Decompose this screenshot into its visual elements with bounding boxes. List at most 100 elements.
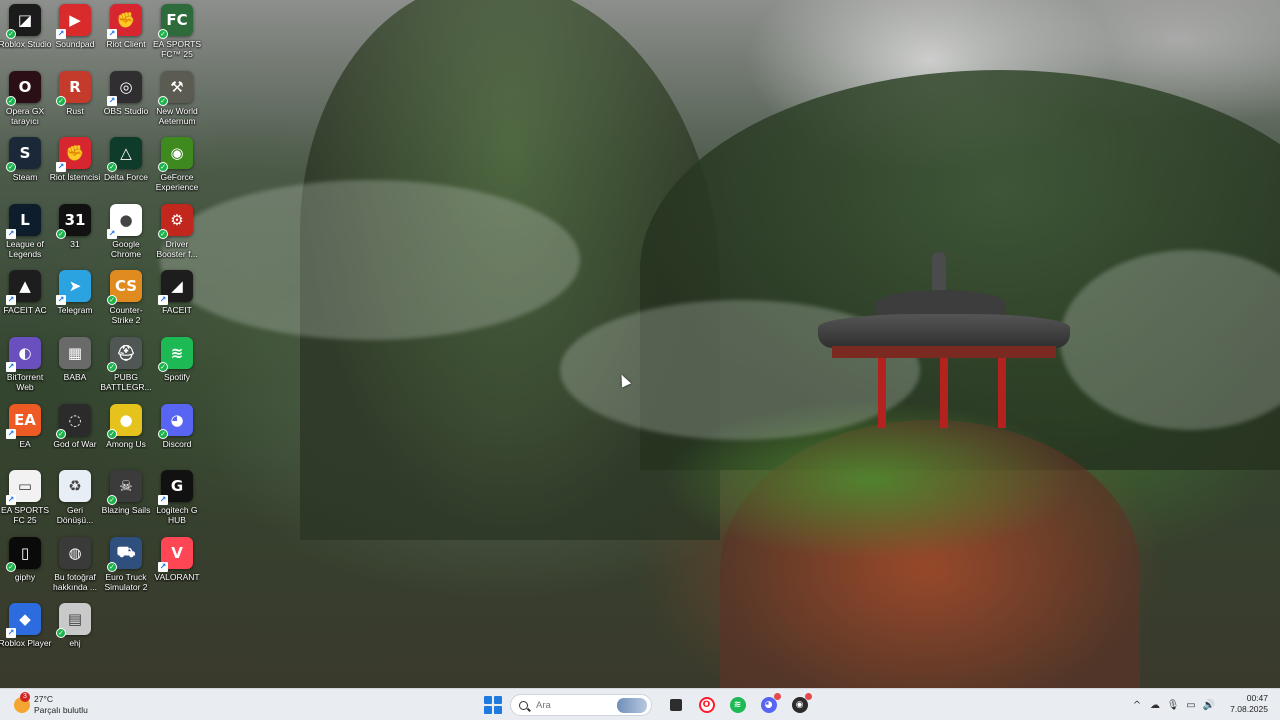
- god-of-war-icon: ◌ ✓: [56, 403, 91, 439]
- valorant-icon: V ↗: [158, 536, 193, 572]
- taskbar-app-file-explorer[interactable]: ▮: [663, 692, 689, 718]
- desktop-shortcut[interactable]: ▯ ✓ giphy: [0, 536, 50, 603]
- desktop-shortcut[interactable]: ◆ ↗ Roblox Player: [0, 603, 51, 669]
- desktop-shortcut[interactable]: ▭ ↗ EA SPORTS FC 25: [0, 470, 50, 536]
- generic-app-icon: ◉: [791, 697, 808, 713]
- sync-check-icon: ✓: [158, 362, 168, 372]
- sync-check-icon: ✓: [158, 162, 168, 173]
- desktop-shortcut[interactable]: CS ✓ Counter-Strike 2: [101, 270, 151, 336]
- desktop-shortcut[interactable]: 31 ✓ 31: [50, 203, 100, 270]
- desktop-shortcut[interactable]: ◎ ↗ OBS Studio: [101, 70, 151, 137]
- new-world-icon: ⚒ ✓: [158, 70, 193, 106]
- shortcut-label: GeForce Experience: [155, 172, 199, 193]
- network-icon[interactable]: ▭: [1182, 693, 1200, 717]
- pavilion-roof: [818, 314, 1070, 348]
- shortcut-label: Opera GX tarayıcı: [5, 105, 45, 126]
- shortcut-arrow-icon: ↗: [107, 228, 117, 239]
- sync-check-icon: ✓: [6, 95, 16, 106]
- bittorrent-icon: ◐ ↗: [6, 337, 41, 372]
- desktop-shortcut[interactable]: ⛑ ✓ PUBG BATTLEGR...: [100, 337, 152, 403]
- pavilion: [818, 252, 1070, 442]
- file-icon: ▭ ↗: [6, 470, 41, 506]
- desktop-shortcut[interactable]: R ✓ Rust: [50, 70, 100, 137]
- desktop-shortcut[interactable]: ▦ BABA: [50, 337, 100, 403]
- desktop-shortcut[interactable]: ▲ ↗ FACEIT AC: [0, 270, 50, 336]
- onedrive-icon[interactable]: ☁: [1146, 693, 1164, 717]
- shortcut-label: Bu fotoğraf hakkında ...: [53, 571, 97, 592]
- desktop-shortcut[interactable]: ◐ ↗ BitTorrent Web: [0, 337, 50, 403]
- taskbar-search[interactable]: [510, 694, 652, 716]
- desktop-shortcut[interactable]: ⚒ ✓ New World Aeternum: [152, 70, 202, 137]
- volume-icon[interactable]: 🔊: [1200, 693, 1218, 717]
- soundpad-icon: ▶ ↗: [56, 4, 91, 39]
- desktop-shortcut[interactable]: ✊ ↗ Riot İstemcisi: [50, 137, 100, 203]
- shortcut-label: 31: [70, 238, 80, 249]
- desktop-shortcut[interactable]: ≋ ✓ Spotify: [152, 337, 202, 403]
- spotify-icon: ≋ ✓: [158, 337, 193, 372]
- microphone-icon[interactable]: 🎙: [1164, 693, 1182, 717]
- desktop-shortcut[interactable]: ▶ ↗ Soundpad: [50, 4, 100, 70]
- shortcut-arrow-icon: ↗: [158, 495, 168, 506]
- roblox-studio-icon: ◪ ✓: [6, 4, 41, 39]
- taskbar-app-spotify[interactable]: ≋: [725, 692, 751, 718]
- desktop-shortcut[interactable]: ⚙ ✓ Driver Booster f...: [152, 203, 202, 270]
- desktop-shortcut[interactable]: G ↗ Logitech G HUB: [152, 470, 202, 536]
- shortcut-label: EA SPORTS FC 25: [0, 505, 50, 526]
- league-of-legends-icon: L ↗: [6, 203, 41, 239]
- desktop-shortcut[interactable]: O ✓ Opera GX tarayıcı: [0, 70, 50, 137]
- search-input[interactable]: [536, 699, 606, 711]
- desktop-shortcut[interactable]: ● ✓ Among Us: [101, 403, 151, 470]
- clock[interactable]: 00:47 7.08.2025: [1230, 693, 1268, 715]
- desktop-shortcut[interactable]: ➤ ↗ Telegram: [50, 270, 100, 336]
- shortcut-arrow-icon: ↗: [6, 628, 16, 639]
- shortcut-label: FACEIT: [162, 305, 192, 316]
- weather-condition: Parçalı bulutlu: [34, 705, 88, 715]
- desktop-shortcut[interactable]: ☠ ✓ Blazing Sails: [101, 470, 151, 536]
- desktop-shortcut[interactable]: ◪ ✓ Roblox Studio: [0, 4, 51, 70]
- desktop-shortcut[interactable]: S ✓ Steam: [0, 137, 50, 203]
- shortcut-arrow-icon: ↗: [6, 428, 16, 439]
- riot-istemcisi-icon: ✊ ↗: [56, 137, 91, 173]
- taskbar-app-opera[interactable]: O: [694, 692, 720, 718]
- chrome-icon: ● ↗: [107, 203, 142, 239]
- start-button[interactable]: [482, 694, 504, 716]
- desktop-shortcut[interactable]: ▤ ✓ ehj: [50, 603, 100, 669]
- desktop-shortcut[interactable]: EA ↗ EA: [0, 403, 50, 470]
- logitech-ghub-icon: G ↗: [158, 470, 193, 506]
- tray-chevron-icon[interactable]: ^: [1128, 693, 1146, 717]
- desktop-shortcut[interactable]: ◕ ✓ Discord: [152, 403, 202, 470]
- faceit-ac-icon: ▲ ↗: [6, 270, 41, 306]
- shortcut-label: Counter-Strike 2: [109, 305, 143, 326]
- geforce-icon: ◉ ✓: [158, 137, 193, 173]
- desktop-shortcut[interactable]: ✊ ↗ Riot Client: [101, 4, 151, 70]
- desktop-shortcut[interactable]: V ↗ VALORANT: [152, 536, 202, 603]
- driver-booster-icon: ⚙ ✓: [158, 203, 193, 239]
- sync-check-icon: ✓: [107, 162, 117, 173]
- shortcut-label: Geri Dönüşü...: [56, 505, 94, 526]
- sync-check-icon: ✓: [107, 561, 117, 572]
- desktop-shortcut[interactable]: ● ↗ Google Chrome: [101, 203, 151, 270]
- desktop-shortcut[interactable]: FC ✓ EA SPORTS FC™ 25: [152, 4, 202, 70]
- sync-check-icon: ✓: [107, 295, 117, 306]
- desktop-shortcut[interactable]: ◌ ✓ God of War: [50, 403, 100, 470]
- shortcut-label: Driver Booster f...: [156, 238, 198, 259]
- telegram-icon: ➤ ↗: [56, 270, 91, 306]
- taskbar-app-app-black[interactable]: ◉: [787, 692, 813, 718]
- desktop-shortcut[interactable]: △ ✓ Delta Force: [101, 137, 151, 203]
- shortcut-label: Delta Force: [104, 172, 148, 183]
- desktop-shortcut[interactable]: ◢ ↗ FACEIT: [152, 270, 202, 336]
- archive-file-icon: ▤ ✓: [56, 603, 91, 639]
- delta-force-icon: △ ✓: [107, 137, 142, 173]
- desktop-shortcut[interactable]: ⛟ ✓ Euro Truck Simulator 2: [101, 536, 151, 603]
- notification-dot: [773, 693, 781, 700]
- weather-widget[interactable]: 3 27°C Parçalı bulutlu: [14, 692, 88, 717]
- fog-patch: [160, 180, 580, 340]
- desktop-shortcut[interactable]: ♻ Geri Dönüşü...: [50, 470, 100, 536]
- desktop-shortcut[interactable]: ◍ Bu fotoğraf hakkında ...: [50, 536, 100, 603]
- sync-check-icon: ✓: [158, 29, 168, 39]
- riot-client-icon: ✊ ↗: [107, 4, 142, 39]
- desktop-shortcut[interactable]: ◉ ✓ GeForce Experience: [152, 137, 202, 203]
- taskbar-app-discord[interactable]: ◕: [756, 692, 782, 718]
- obs-studio-icon: ◎ ↗: [107, 70, 142, 106]
- desktop-shortcut[interactable]: L ↗ League of Legends: [0, 203, 50, 270]
